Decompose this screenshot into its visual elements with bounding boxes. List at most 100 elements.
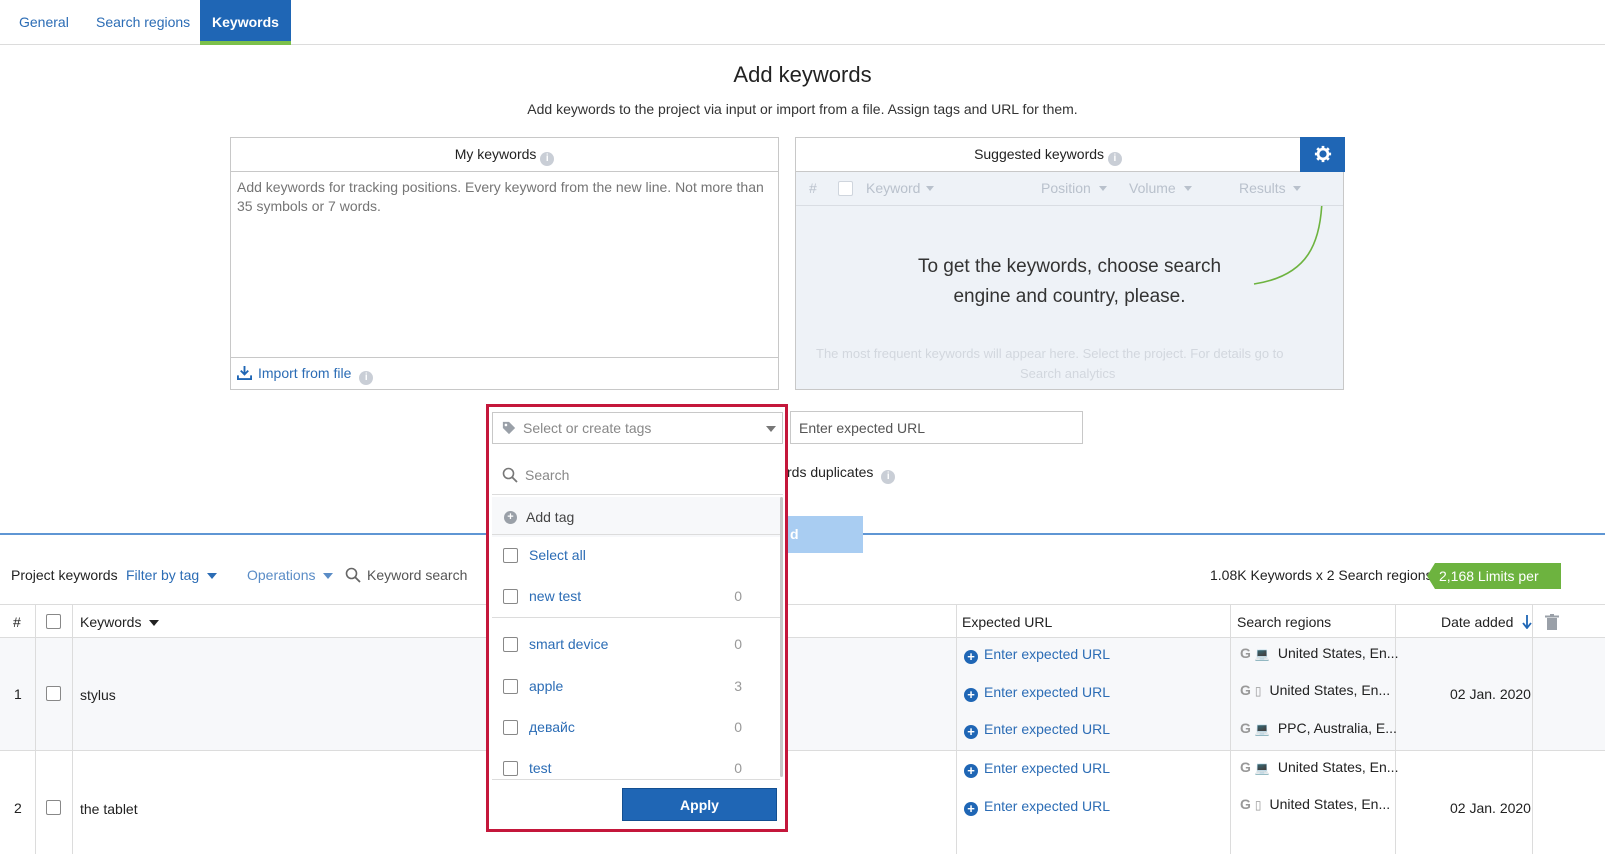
enter-url-link[interactable]: + Enter expected URL (964, 646, 1110, 664)
region-entry: G 💻 PPC, Australia, E... (1240, 720, 1397, 736)
divider (492, 617, 780, 618)
col-position[interactable]: Position (1041, 180, 1091, 196)
tag-option[interactable]: new test 0 (492, 576, 780, 616)
tag-option[interactable]: apple 3 (492, 666, 780, 706)
tag-name: девайс (529, 719, 575, 735)
settings-gear-button[interactable] (1300, 137, 1345, 172)
enter-url-label: Enter expected URL (984, 760, 1111, 776)
operations-label: Operations (247, 567, 316, 583)
chevron-down-icon (1099, 186, 1107, 191)
tab-search-regions[interactable]: Search regions (96, 0, 190, 44)
gear-icon (1314, 145, 1331, 163)
tag-checkbox[interactable] (503, 720, 518, 735)
info-icon[interactable]: i (359, 371, 374, 385)
info-icon[interactable]: i (881, 470, 896, 484)
choose-search-engine-message: To get the keywords, choose search engin… (917, 256, 1222, 307)
chevron-down-icon (926, 186, 934, 191)
google-icon: G (1240, 759, 1251, 775)
chevron-down-icon (1293, 186, 1301, 191)
tag-dropdown-highlight: Select or create tags Search + Add tag S… (486, 404, 788, 832)
row-checkbox[interactable] (46, 686, 61, 701)
column-divider (35, 604, 36, 854)
row-number: 2 (14, 800, 22, 816)
keyword-cell: stylus (80, 687, 116, 703)
tab-bar: General Search regions Keywords (0, 0, 1605, 45)
plus-circle-icon: + (964, 725, 978, 739)
suggested-keywords-title: Suggested keywords (974, 146, 1105, 162)
col-keywords-header[interactable]: Keywords (80, 614, 160, 630)
col-date-added-header[interactable]: Date added (1441, 614, 1532, 630)
keyword-search-field[interactable]: Keyword search (345, 567, 467, 583)
sort-arrow-down-icon (1522, 615, 1532, 630)
keyword-search-placeholder: Keyword search (367, 567, 468, 583)
select-all-tags-checkbox[interactable] (503, 548, 518, 563)
col-results[interactable]: Results (1239, 180, 1286, 196)
col-expected-url-header: Expected URL (962, 614, 1053, 630)
tag-name: test (529, 760, 552, 776)
row-number: 1 (14, 686, 22, 702)
enter-url-link[interactable]: + Enter expected URL (964, 684, 1110, 702)
plus-circle-icon: + (504, 511, 517, 524)
google-icon: G (1240, 682, 1251, 698)
tag-option[interactable]: smart device 0 (492, 624, 780, 664)
enter-url-label: Enter expected URL (984, 684, 1111, 700)
page-subtitle: Add keywords to the project via input or… (527, 101, 1078, 117)
tag-search-input[interactable]: Search (492, 455, 783, 495)
expected-url-input[interactable] (790, 411, 1083, 444)
filter-by-tag-label: Filter by tag (126, 567, 200, 583)
region-entry: G ▯ United States, En... (1240, 682, 1390, 698)
keywords-textarea[interactable] (231, 172, 778, 358)
tag-checkbox[interactable] (503, 761, 518, 776)
tag-count: 0 (734, 760, 742, 776)
select-all-suggested-checkbox[interactable] (838, 181, 853, 196)
desktop-icon: 💻 (1254, 761, 1270, 775)
operations-dropdown[interactable]: Operations (247, 567, 334, 583)
tag-name: new test (529, 588, 582, 604)
enter-url-link[interactable]: + Enter expected URL (964, 760, 1110, 778)
filter-by-tag-dropdown[interactable]: Filter by tag (126, 567, 218, 583)
download-icon (237, 365, 252, 380)
info-icon[interactable]: i (540, 152, 555, 166)
region-entry: G 💻 United States, En... (1240, 759, 1398, 775)
tag-option[interactable]: девайс 0 (492, 707, 780, 747)
tag-name: apple (529, 678, 564, 694)
region-label: United States, En... (1269, 796, 1391, 812)
limits-badge: 2,168 Limits per day (1427, 563, 1561, 610)
region-label: United States, En... (1277, 759, 1399, 775)
enter-url-link[interactable]: + Enter expected URL (964, 721, 1110, 739)
date-added-cell: 02 Jan. 2020 (1450, 800, 1531, 816)
tag-icon (502, 421, 516, 435)
select-all-checkbox[interactable] (46, 614, 61, 629)
col-volume[interactable]: Volume (1129, 180, 1176, 196)
plus-circle-icon: + (964, 650, 978, 664)
dropdown-scrollbar[interactable] (780, 497, 783, 777)
tag-checkbox[interactable] (503, 637, 518, 652)
import-from-file-link[interactable]: Import from file i (237, 365, 374, 385)
tab-keywords[interactable]: Keywords (200, 0, 291, 45)
tags-select[interactable]: Select or create tags (492, 412, 783, 444)
keyword-cell: the tablet (80, 801, 138, 817)
tag-option[interactable]: test 0 (492, 748, 780, 788)
google-icon: G (1240, 645, 1251, 661)
caret-down-icon (207, 573, 218, 579)
apply-button[interactable]: Apply (622, 788, 777, 821)
tab-general[interactable]: General (19, 0, 69, 44)
divider (492, 779, 780, 780)
select-all-item[interactable]: Select all (492, 535, 780, 575)
search-icon (345, 567, 361, 583)
date-added-label: Date added (1441, 614, 1514, 630)
duplicates-option[interactable]: rds duplicates i (787, 464, 896, 484)
row-checkbox[interactable] (46, 800, 61, 815)
enter-url-label: Enter expected URL (984, 721, 1111, 737)
tag-checkbox[interactable] (503, 679, 518, 694)
search-icon (502, 467, 518, 483)
tag-checkbox[interactable] (503, 589, 518, 604)
info-icon[interactable]: i (1107, 152, 1122, 166)
col-keyword[interactable]: Keyword (866, 180, 920, 196)
add-tag-item[interactable]: + Add tag (492, 497, 780, 537)
tag-count: 0 (734, 719, 742, 735)
suggested-keywords-panel: Suggested keywords i # Keyword Position … (795, 137, 1345, 390)
trash-icon[interactable] (1545, 614, 1559, 631)
chevron-down-icon (766, 426, 776, 432)
enter-url-link[interactable]: + Enter expected URL (964, 798, 1110, 816)
